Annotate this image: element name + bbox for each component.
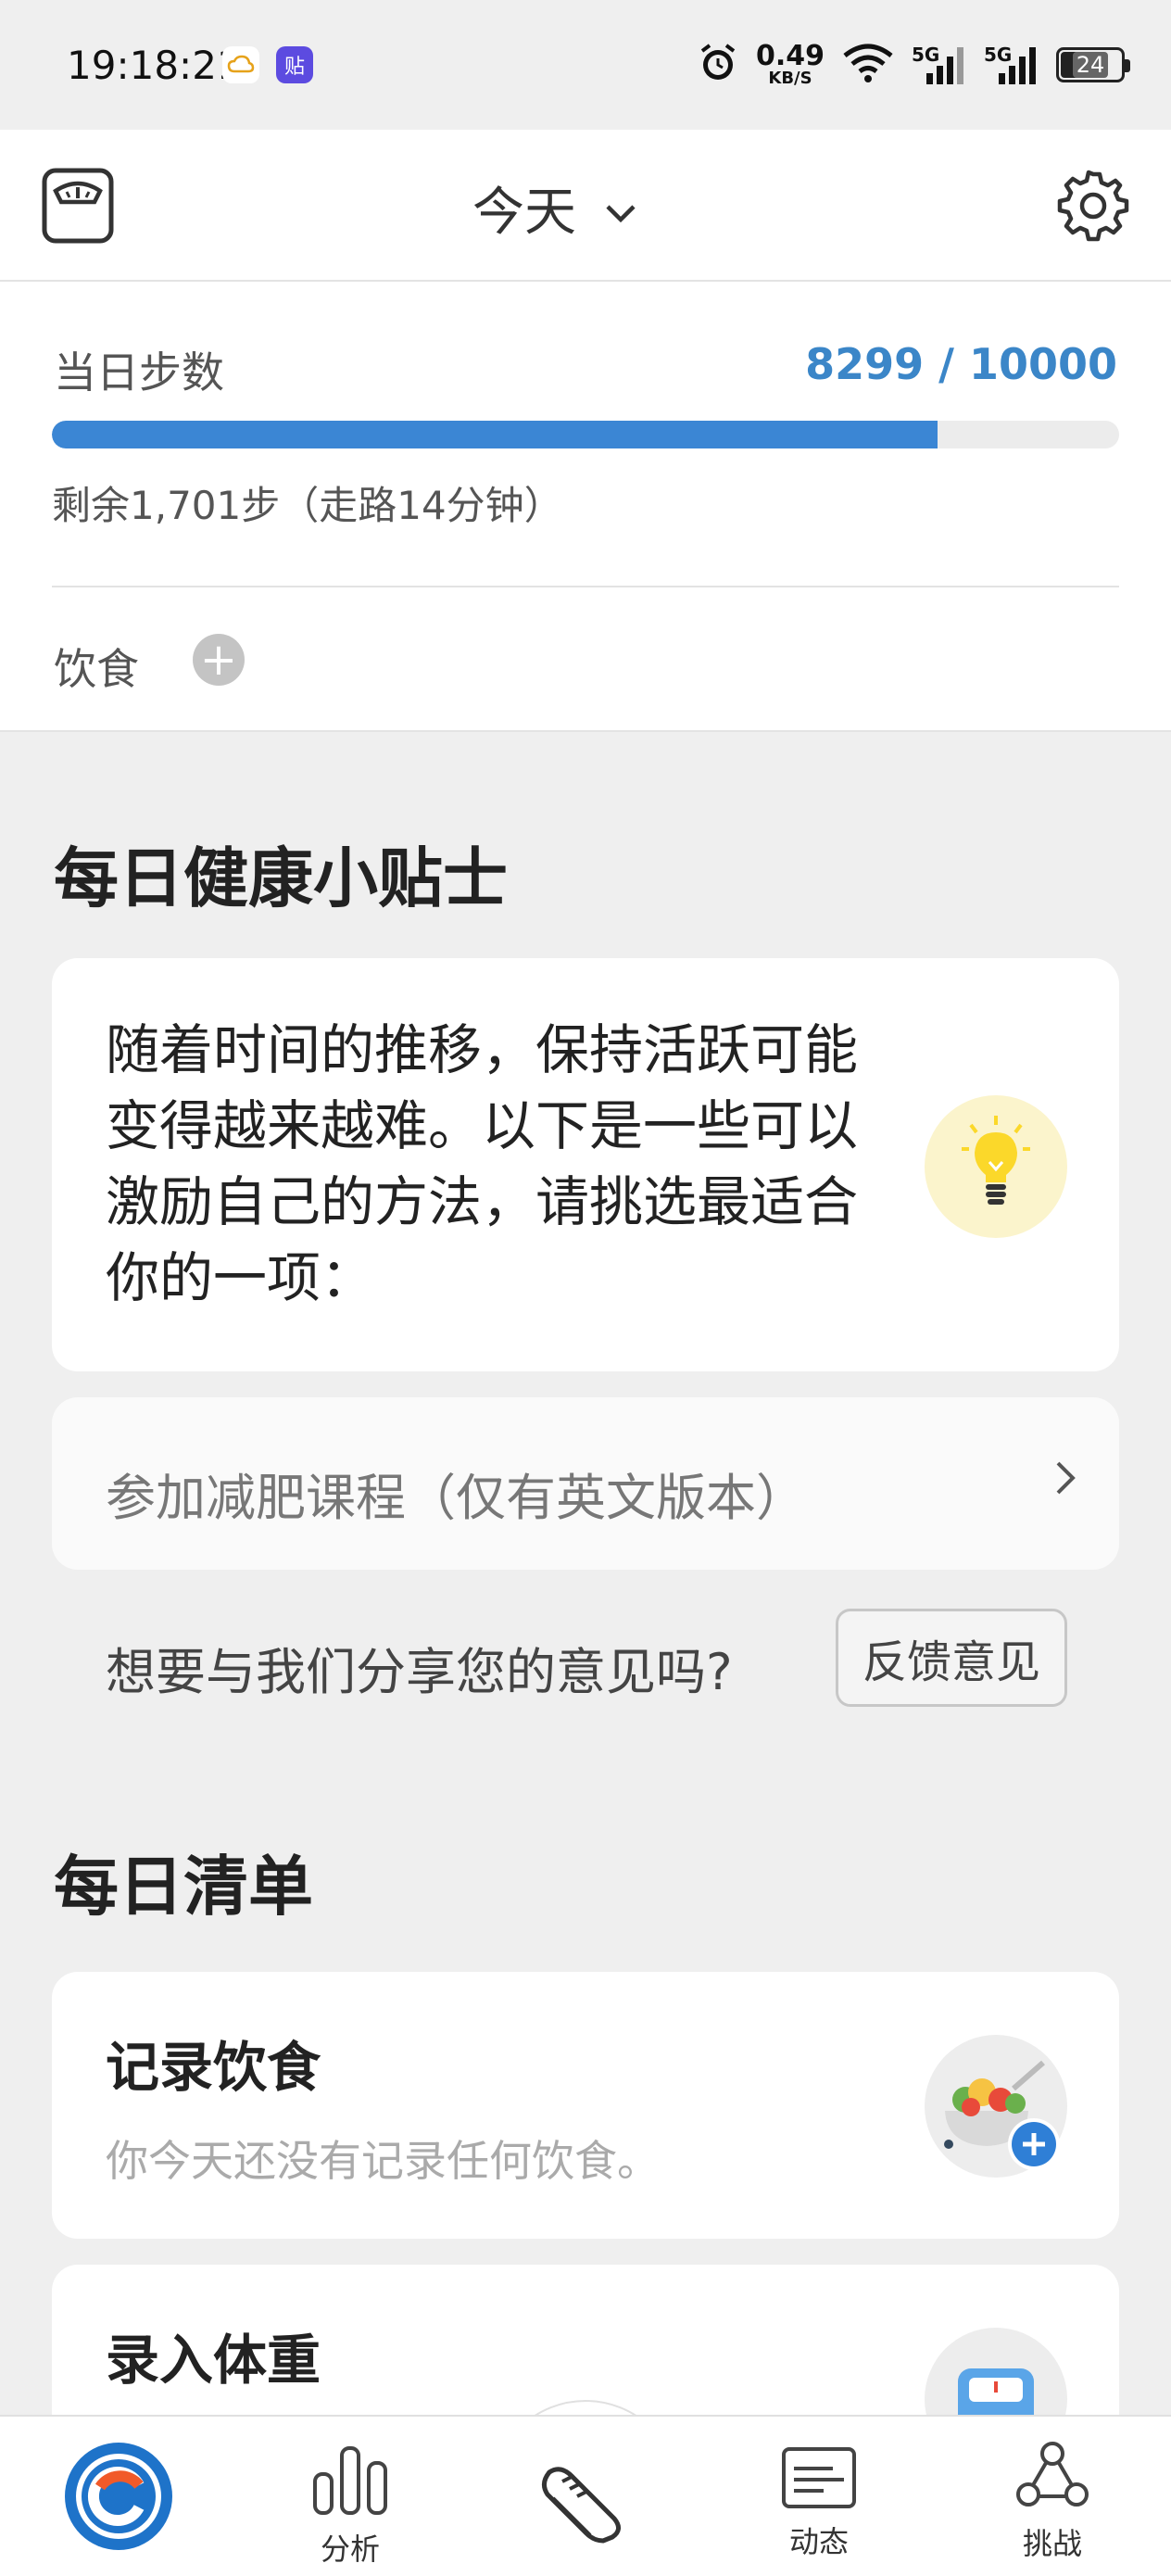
tieba-app-icon: 贴	[276, 46, 313, 83]
feedback-button[interactable]: 反馈意见	[836, 1609, 1067, 1707]
network-speed: 0.49 KB/S	[756, 43, 825, 87]
nav-item-analysis[interactable]: 分析	[267, 2417, 434, 2576]
feedback-prompt: 想要与我们分享您的意见吗?	[106, 1643, 733, 1701]
top-header: 今天	[0, 130, 1171, 282]
challenge-icon	[1015, 2441, 1089, 2515]
nav-item-steps[interactable]	[502, 2417, 669, 2576]
wifi-icon	[841, 43, 895, 87]
chevron-down-icon	[604, 178, 637, 238]
divider	[52, 586, 1119, 587]
steps-progress-bar	[52, 421, 1119, 448]
course-link[interactable]: 参加减肥课程（仅有英文版本）	[52, 1397, 1119, 1570]
network-speed-unit: KB/S	[768, 69, 812, 88]
tips-section-title: 每日健康小贴士	[54, 840, 508, 916]
nav-label-analysis: 分析	[320, 2532, 380, 2567]
status-time: 19:18:21	[67, 43, 242, 88]
cellular-signal-2-icon: 5G	[984, 44, 1039, 86]
steps-remaining: 剩余1,701步（走路14分钟）	[52, 483, 563, 528]
alarm-clock-icon	[697, 42, 739, 88]
gear-icon[interactable]	[1056, 169, 1130, 243]
battery-icon: 24	[1056, 47, 1130, 82]
scale-icon[interactable]	[41, 167, 115, 245]
cellular-signal-1-icon: 5G	[912, 44, 967, 86]
checklist-section-title: 每日清单	[54, 1849, 313, 1925]
nav-label-feed: 动态	[788, 2524, 849, 2559]
nav-label-challenge: 挑战	[1022, 2526, 1082, 2561]
tip-card: 随着时间的推移，保持活跃可能变得越来越难。以下是一些可以激励自己的方法，请挑选最…	[52, 958, 1119, 1371]
network-speed-value: 0.49	[755, 40, 825, 72]
battery-level: 24	[1072, 52, 1109, 78]
news-feed-icon	[781, 2446, 857, 2513]
status-indicators: 0.49 KB/S 5G 5G 24	[697, 39, 1130, 91]
bottom-navigation: 分析 动态 挑战	[0, 2415, 1171, 2576]
date-selector[interactable]: 今天	[472, 170, 637, 246]
checklist-item-title: 录入体重	[106, 2329, 321, 2392]
checklist-item-log-food[interactable]: 记录饮食 你今天还没有记录任何饮食。	[52, 1972, 1119, 2239]
feedback-row: 想要与我们分享您的意见吗? 反馈意见	[52, 1609, 1119, 1707]
sneaker-icon	[535, 2444, 636, 2550]
cloud-icon	[222, 46, 259, 83]
steps-progress-fill	[52, 421, 938, 448]
diet-label: 饮食	[54, 644, 139, 694]
date-label: 今天	[472, 183, 576, 243]
course-label: 参加减肥课程（仅有英文版本）	[106, 1469, 806, 1527]
bar-chart-icon	[311, 2443, 389, 2520]
chevron-right-icon	[1054, 1451, 1077, 1511]
tip-text: 随着时间的推移，保持活跃可能变得越来越难。以下是一些可以激励自己的方法，请挑选最…	[106, 1018, 859, 1309]
steps-title: 当日步数	[54, 347, 224, 398]
steps-count: 8299 / 10000	[805, 339, 1117, 389]
nav-item-challenge[interactable]: 挑战	[969, 2417, 1136, 2576]
steps-card[interactable]: 当日步数 8299 / 10000 剩余1,701步（走路14分钟） 饮食 +	[0, 282, 1171, 732]
salad-bowl-icon	[925, 2035, 1067, 2178]
nav-item-feed[interactable]: 动态	[736, 2417, 902, 2576]
checklist-item-subtitle: 你今天还没有记录任何饮食。	[106, 2136, 660, 2186]
checklist-item-title: 记录饮食	[106, 2036, 321, 2099]
app-logo-icon	[63, 2441, 174, 2556]
lightbulb-icon	[925, 1095, 1067, 1238]
nav-item-home[interactable]	[35, 2417, 202, 2576]
plus-icon[interactable]: +	[193, 634, 245, 686]
status-bar: 19:18:21 贴 0.49 KB/S 5G 5G 24	[0, 0, 1171, 130]
